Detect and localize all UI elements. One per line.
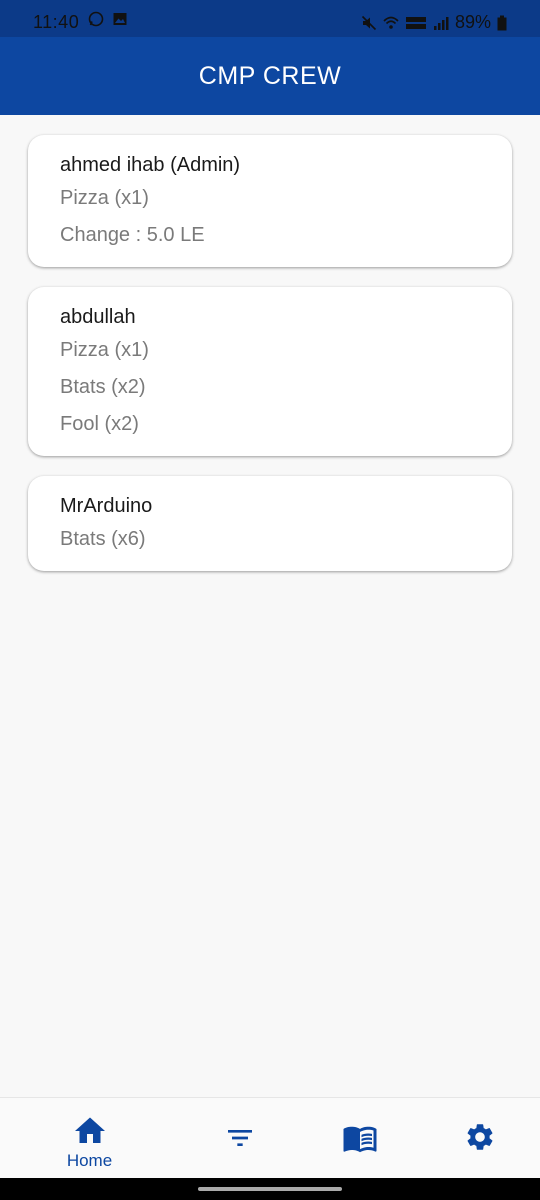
menu-book-icon <box>343 1126 376 1153</box>
member-name: MrArduino <box>60 495 153 517</box>
filter-icon <box>227 1130 252 1146</box>
crew-list: ahmed ihab (Admin) Pizza (x1) Change : 5… <box>28 135 512 591</box>
nav-home[interactable]: Home <box>22 1098 157 1179</box>
nav-menu[interactable] <box>292 1098 427 1179</box>
member-name: abdullah <box>60 306 136 328</box>
whatsapp-icon <box>88 11 104 27</box>
status-time: 11:40 <box>33 12 80 32</box>
bottom-nav: Home <box>0 1097 540 1179</box>
order-line: Pizza (x1) <box>60 339 149 361</box>
member-card[interactable]: ahmed ihab (Admin) Pizza (x1) Change : 5… <box>28 135 512 267</box>
gesture-bar <box>0 1178 540 1200</box>
order-line: Pizza (x1) <box>60 187 149 209</box>
member-name: ahmed ihab (Admin) <box>60 154 241 176</box>
signal-icon <box>433 16 449 30</box>
app-bar: CMP CREW <box>0 37 540 115</box>
battery-icon <box>497 15 507 30</box>
mute-icon <box>361 15 377 30</box>
volte-icon <box>405 16 426 29</box>
change-line: Change : 5.0 LE <box>60 224 205 246</box>
order-line: Btats (x2) <box>60 376 146 398</box>
member-card[interactable]: MrArduino Btats (x6) <box>28 476 512 571</box>
nav-settings[interactable] <box>412 1098 540 1179</box>
wifi-icon <box>383 16 399 29</box>
home-gesture-handle[interactable] <box>198 1187 342 1191</box>
settings-icon <box>467 1124 492 1150</box>
battery-percent: 89% <box>454 12 491 32</box>
order-line: Fool (x2) <box>60 413 139 435</box>
nav-home-label: Home <box>66 1151 113 1170</box>
app-title: CMP CREW <box>198 61 342 90</box>
nav-filter[interactable] <box>172 1098 307 1179</box>
home-icon <box>74 1117 105 1143</box>
image-icon <box>113 13 127 25</box>
member-card[interactable]: abdullah Pizza (x1) Btats (x2) Fool (x2) <box>28 287 512 456</box>
status-bar: 11:40 89% <box>0 0 540 37</box>
order-line: Btats (x6) <box>60 528 146 550</box>
